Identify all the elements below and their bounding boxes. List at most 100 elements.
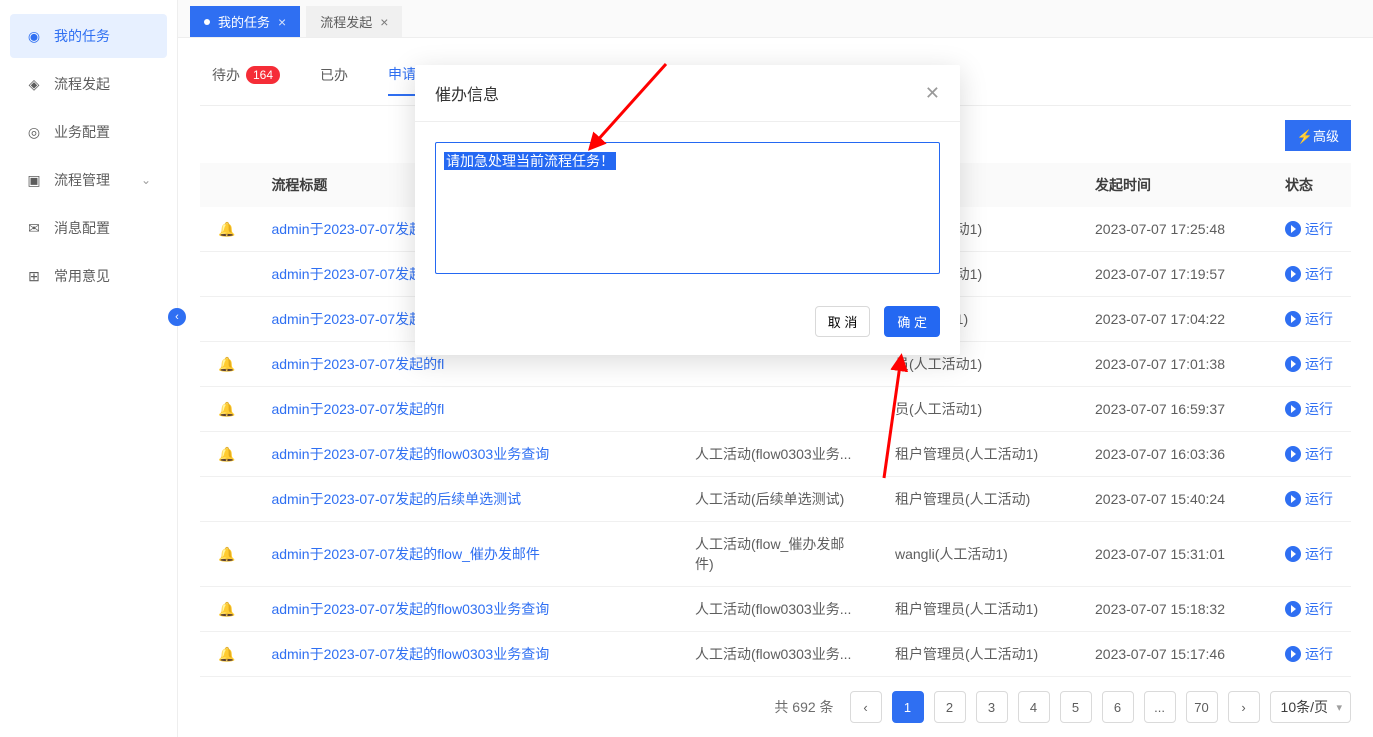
close-icon[interactable]: × <box>380 14 388 30</box>
subtab-label: 已办 <box>320 65 348 85</box>
pagination-page-70[interactable]: 70 <box>1186 691 1218 723</box>
page-tab-1[interactable]: 流程发起× <box>306 6 402 37</box>
task-title-link[interactable]: admin于2023-07-07发起的fl <box>271 401 444 417</box>
play-icon <box>1285 446 1301 462</box>
activity-cell <box>677 387 877 432</box>
pagination-page-1[interactable]: 1 <box>892 691 924 723</box>
bell-icon[interactable]: 🔔 <box>218 401 235 418</box>
task-title-link[interactable]: admin于2023-07-07发起的flow0303业务查询 <box>271 601 549 617</box>
time-cell: 2023-07-07 17:19:57 <box>1077 252 1267 297</box>
activity-cell: 人工活动(flow_催办发邮件) <box>677 522 877 587</box>
sidebar: ◉我的任务◈流程发起◎业务配置▣流程管理⌄✉消息配置⊞常用意见 ‹ <box>0 0 178 737</box>
table-row: 🔔 admin于2023-07-07发起的flow_催办发邮件 人工活动(flo… <box>200 522 1351 587</box>
table-row: 🔔 admin于2023-07-07发起的flow0303业务查询 人工活动(f… <box>200 632 1351 677</box>
pagination-next[interactable]: › <box>1228 691 1260 723</box>
sidebar-collapse-handle[interactable]: ‹ <box>168 308 186 326</box>
pagination-total: 共 692 条 <box>774 697 833 717</box>
task-title-link[interactable]: admin于2023-07-07发起的后续单选测试 <box>271 491 521 507</box>
time-cell: 2023-07-07 15:31:01 <box>1077 522 1267 587</box>
close-icon[interactable]: ✕ <box>925 83 940 104</box>
plus-square-icon: ⊞ <box>26 268 42 284</box>
page-tabbar: 我的任务×流程发起× <box>178 0 1373 38</box>
status-cell[interactable]: 运行 <box>1267 252 1351 297</box>
bell-icon[interactable]: 🔔 <box>218 356 235 373</box>
sidebar-item-label: 常用意见 <box>54 266 110 286</box>
owner-cell: 租户管理员(人工活动1) <box>877 432 1077 477</box>
page-tab-0[interactable]: 我的任务 × <box>190 6 300 37</box>
subtab-1[interactable]: 已办 <box>320 58 348 95</box>
close-icon[interactable]: × <box>278 14 286 30</box>
pagination-page-5[interactable]: 5 <box>1060 691 1092 723</box>
pagination: 共 692 条 ‹ 123456...70 › 10条/页 <box>200 677 1351 723</box>
status-cell[interactable]: 运行 <box>1267 632 1351 677</box>
sidebar-item-1[interactable]: ◈流程发起 <box>10 62 167 106</box>
subtab-0[interactable]: 待办 164 <box>212 58 280 95</box>
confirm-button[interactable]: 确 定 <box>884 306 940 337</box>
task-title-link[interactable]: admin于2023-07-07发起的flow_催办发邮件 <box>271 546 539 562</box>
pagination-page-2[interactable]: 2 <box>934 691 966 723</box>
task-title-link[interactable]: admin于2023-07-07发起的flow0303业务查询 <box>271 646 549 662</box>
bell-icon[interactable]: 🔔 <box>218 601 235 618</box>
col-status: 状态 <box>1267 163 1351 207</box>
sidebar-item-label: 业务配置 <box>54 122 110 142</box>
status-cell[interactable]: 运行 <box>1267 387 1351 432</box>
play-icon <box>1285 646 1301 662</box>
status-cell[interactable]: 运行 <box>1267 587 1351 632</box>
play-icon <box>1285 601 1301 617</box>
cancel-button[interactable]: 取 消 <box>815 306 871 337</box>
status-cell[interactable]: 运行 <box>1267 432 1351 477</box>
pagination-page-size[interactable]: 10条/页 <box>1270 691 1351 723</box>
play-icon <box>1285 311 1301 327</box>
time-cell: 2023-07-07 17:01:38 <box>1077 342 1267 387</box>
pagination-page-6[interactable]: 6 <box>1102 691 1134 723</box>
owner-cell: 员(人工活动1) <box>877 387 1077 432</box>
badge: 164 <box>246 66 280 84</box>
sidebar-item-label: 我的任务 <box>54 26 110 46</box>
urge-message-textarea[interactable]: 请加急处理当前流程任务！ <box>435 142 940 274</box>
sidebar-item-0[interactable]: ◉ 我的任务 <box>10 14 167 58</box>
bell-icon[interactable]: 🔔 <box>218 646 235 663</box>
sidebar-item-label: 流程管理 <box>54 170 110 190</box>
gear-icon: ◎ <box>26 124 42 140</box>
owner-cell: 租户管理员(人工活动1) <box>877 632 1077 677</box>
sidebar-item-3[interactable]: ▣流程管理⌄ <box>10 158 167 202</box>
pagination-prev[interactable]: ‹ <box>850 691 882 723</box>
pagination-page-3[interactable]: 3 <box>976 691 1008 723</box>
time-cell: 2023-07-07 16:59:37 <box>1077 387 1267 432</box>
table-row: 🔔 admin于2023-07-07发起的flow0303业务查询 人工活动(f… <box>200 587 1351 632</box>
owner-cell: wangli(人工活动1) <box>877 522 1077 587</box>
bell-icon[interactable]: 🔔 <box>218 221 235 238</box>
activity-cell: 人工活动(flow0303业务... <box>677 587 877 632</box>
task-title-link[interactable]: admin于2023-07-07发起的flow0303业务查询 <box>271 446 549 462</box>
status-cell[interactable]: 运行 <box>1267 207 1351 252</box>
play-icon <box>1285 401 1301 417</box>
sidebar-item-label: 消息配置 <box>54 218 110 238</box>
bell-icon[interactable]: 🔔 <box>218 446 235 463</box>
subtab-2[interactable]: 申请 <box>388 58 416 96</box>
pagination-page-4[interactable]: 4 <box>1018 691 1050 723</box>
play-icon <box>1285 546 1301 562</box>
time-cell: 2023-07-07 17:25:48 <box>1077 207 1267 252</box>
sidebar-item-5[interactable]: ⊞ 常用意见 <box>10 254 167 298</box>
active-dot-icon <box>204 19 210 25</box>
lightning-icon: ⚡ <box>1297 129 1313 144</box>
owner-cell: 租户管理员(人工活动) <box>877 477 1077 522</box>
user-icon: ◉ <box>26 28 42 44</box>
status-cell[interactable]: 运行 <box>1267 297 1351 342</box>
sidebar-item-label: 流程发起 <box>54 74 110 94</box>
advanced-button[interactable]: ⚡高级 <box>1285 120 1351 151</box>
page-tab-label: 我的任务 <box>218 12 270 31</box>
time-cell: 2023-07-07 17:04:22 <box>1077 297 1267 342</box>
modal-header: 催办信息 ✕ <box>415 65 960 122</box>
subtab-label: 待办 <box>212 65 240 85</box>
status-cell[interactable]: 运行 <box>1267 522 1351 587</box>
sidebar-item-2[interactable]: ◎ 业务配置 <box>10 110 167 154</box>
play-icon <box>1285 266 1301 282</box>
table-row: 🔔 admin于2023-07-07发起的flow0303业务查询 人工活动(f… <box>200 432 1351 477</box>
play-icon <box>1285 221 1301 237</box>
status-cell[interactable]: 运行 <box>1267 342 1351 387</box>
bell-icon[interactable]: 🔔 <box>218 546 235 563</box>
task-title-link[interactable]: admin于2023-07-07发起的fl <box>271 356 444 372</box>
sidebar-item-4[interactable]: ✉消息配置 <box>10 206 167 250</box>
status-cell[interactable]: 运行 <box>1267 477 1351 522</box>
